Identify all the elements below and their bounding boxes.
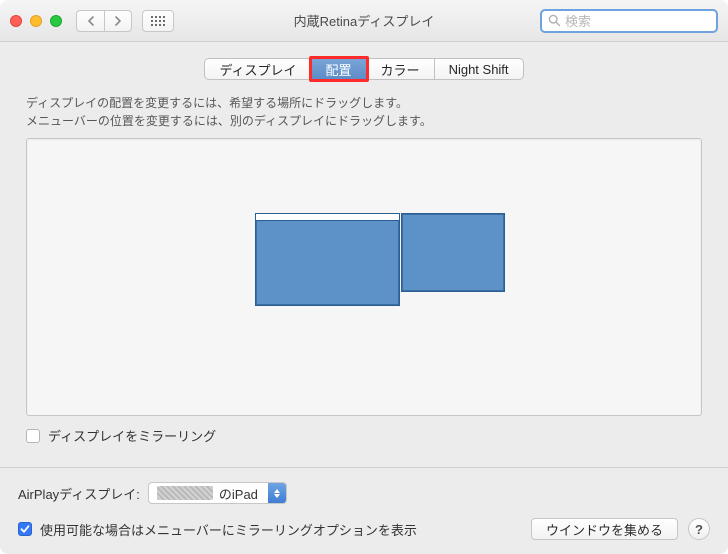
tab-night-shift[interactable]: Night Shift <box>434 58 524 80</box>
minimize-window-button[interactable] <box>30 15 42 27</box>
forward-button[interactable] <box>104 10 132 32</box>
show-all-button[interactable] <box>142 10 174 32</box>
show-mirroring-label: 使用可能な場合はメニューバーにミラーリングオプションを表示 <box>40 520 417 539</box>
tab-bar: ディスプレイ 配置 カラー Night Shift <box>0 42 728 80</box>
close-window-button[interactable] <box>10 15 22 27</box>
content-area: ディスプレイの配置を変更するには、希望する場所にドラッグします。 メニューバーの… <box>0 80 728 467</box>
mirror-displays-checkbox[interactable] <box>26 429 40 443</box>
show-mirroring-checkbox[interactable] <box>18 522 32 536</box>
chevron-right-icon <box>114 16 122 26</box>
tab-color[interactable]: カラー <box>366 58 434 80</box>
footer: AirPlayディスプレイ: のiPad 使用可能な場合はメニューバーにミラーリ… <box>0 468 728 554</box>
chevron-left-icon <box>87 16 95 26</box>
back-button[interactable] <box>76 10 104 32</box>
help-button[interactable]: ? <box>688 518 710 540</box>
window-controls <box>10 15 62 27</box>
grid-icon <box>151 16 165 26</box>
instructions-line2: メニューバーの位置を変更するには、別のディスプレイにドラッグします。 <box>26 112 702 130</box>
search-placeholder: 検索 <box>565 11 591 30</box>
mirror-displays-label: ディスプレイをミラーリング <box>48 426 216 445</box>
zoom-window-button[interactable] <box>50 15 62 27</box>
search-field[interactable]: 検索 <box>540 9 718 33</box>
popup-arrows-icon <box>268 483 286 503</box>
arrangement-well[interactable] <box>26 138 702 416</box>
tab-display[interactable]: ディスプレイ <box>204 58 310 80</box>
search-icon <box>548 14 561 27</box>
redacted-name <box>157 486 213 500</box>
gather-windows-button[interactable]: ウインドウを集める <box>531 518 678 540</box>
display-primary[interactable] <box>255 213 400 306</box>
airplay-value: のiPad <box>213 484 268 503</box>
instructions-line1: ディスプレイの配置を変更するには、希望する場所にドラッグします。 <box>26 94 702 112</box>
titlebar: 内蔵Retinaディスプレイ 検索 <box>0 0 728 42</box>
airplay-label: AirPlayディスプレイ: <box>18 484 140 503</box>
airplay-display-popup[interactable]: のiPad <box>148 482 287 504</box>
tab-arrangement[interactable]: 配置 <box>311 58 366 80</box>
preferences-window: 内蔵Retinaディスプレイ 検索 ディスプレイ 配置 カラー Night Sh… <box>0 0 728 554</box>
instructions: ディスプレイの配置を変更するには、希望する場所にドラッグします。 メニューバーの… <box>26 94 702 130</box>
display-secondary[interactable] <box>401 213 505 292</box>
menu-bar-handle[interactable] <box>256 214 399 221</box>
